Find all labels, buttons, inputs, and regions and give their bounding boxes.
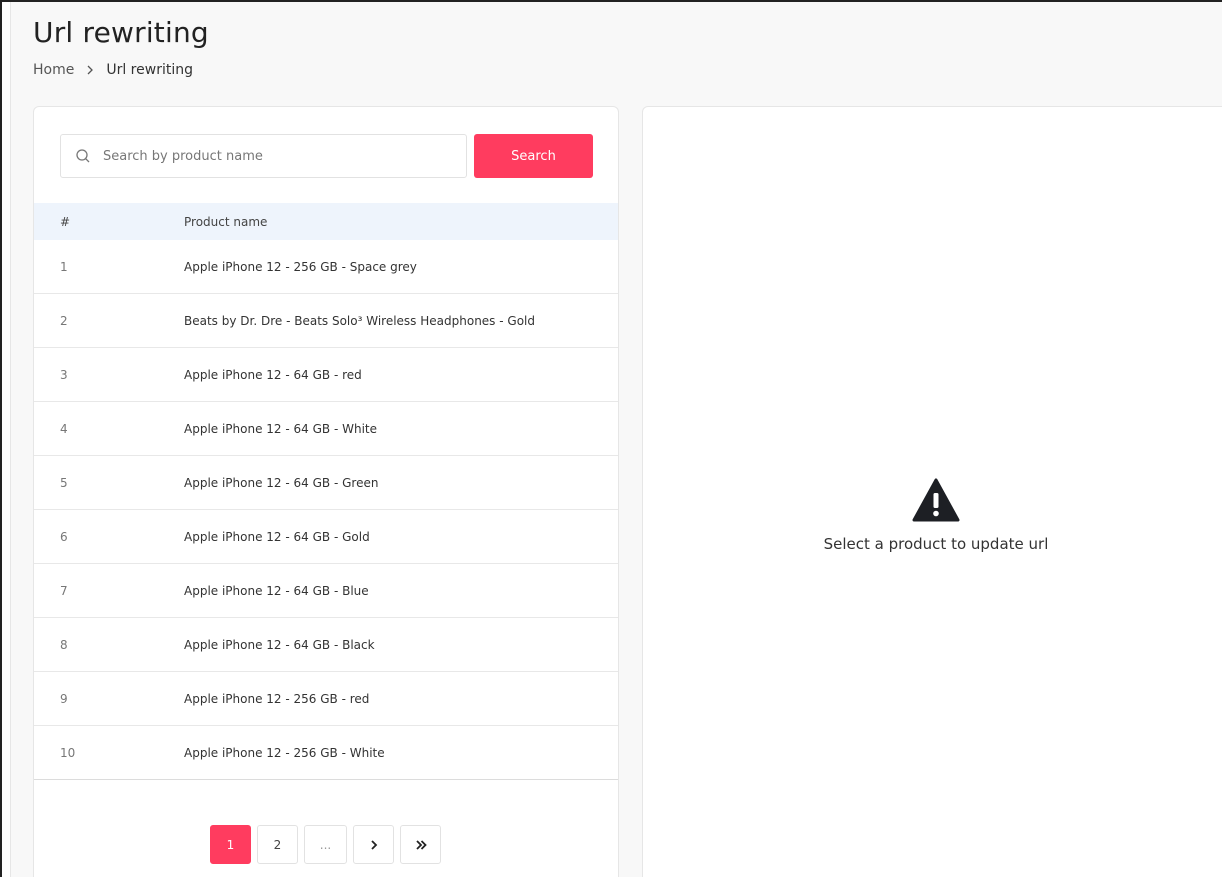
table-header: # Product name	[34, 203, 618, 240]
table-row[interactable]: 10 Apple iPhone 12 - 256 GB - White	[34, 726, 618, 780]
breadcrumb-home[interactable]: Home	[33, 62, 74, 78]
page-1-button[interactable]: 1	[210, 825, 251, 864]
row-num: 8	[60, 637, 68, 652]
breadcrumb-current: Url rewriting	[106, 62, 193, 78]
row-product-name[interactable]: Beats by Dr. Dre - Beats Solo³ Wireless …	[184, 314, 618, 328]
row-num: 9	[60, 691, 68, 706]
app-frame: Url rewriting Home Url rewriting Search …	[0, 0, 1222, 877]
table-row[interactable]: 9 Apple iPhone 12 - 256 GB - red	[34, 672, 618, 726]
table-row[interactable]: 3 Apple iPhone 12 - 64 GB - red	[34, 348, 618, 402]
row-product-name[interactable]: Apple iPhone 12 - 64 GB - Blue	[184, 584, 618, 598]
chevron-right-icon	[370, 839, 377, 850]
table-row[interactable]: 2 Beats by Dr. Dre - Beats Solo³ Wireles…	[34, 294, 618, 348]
row-product-name[interactable]: Apple iPhone 12 - 64 GB - White	[184, 422, 618, 436]
row-num: 2	[60, 313, 68, 328]
search-icon	[76, 149, 90, 163]
url-editor-card: Select a product to update url	[642, 106, 1222, 877]
search-input[interactable]	[103, 148, 443, 164]
warning-icon	[912, 478, 960, 522]
header-product-name: Product name	[184, 214, 268, 229]
row-num: 4	[60, 421, 68, 436]
product-table: # Product name 1 Apple iPhone 12 - 256 G…	[34, 203, 618, 780]
empty-state: Select a product to update url	[643, 477, 1222, 553]
row-num: 3	[60, 367, 68, 382]
row-product-name[interactable]: Apple iPhone 12 - 256 GB - White	[184, 746, 618, 760]
page-2-button[interactable]: 2	[257, 825, 298, 864]
row-num: 6	[60, 529, 68, 544]
pagination-ellipsis: ...	[304, 825, 347, 864]
row-product-name[interactable]: Apple iPhone 12 - 64 GB - red	[184, 368, 618, 382]
table-row[interactable]: 4 Apple iPhone 12 - 64 GB - White	[34, 402, 618, 456]
pagination: 1 2 ...	[210, 825, 441, 864]
row-num: 5	[60, 475, 68, 490]
double-chevron-right-icon	[415, 839, 427, 850]
table-row[interactable]: 6 Apple iPhone 12 - 64 GB - Gold	[34, 510, 618, 564]
header-num: #	[60, 214, 71, 229]
row-product-name[interactable]: Apple iPhone 12 - 256 GB - Space grey	[184, 260, 618, 274]
row-num: 1	[60, 259, 68, 274]
table-row[interactable]: 7 Apple iPhone 12 - 64 GB - Blue	[34, 564, 618, 618]
table-row[interactable]: 1 Apple iPhone 12 - 256 GB - Space grey	[34, 240, 618, 294]
row-product-name[interactable]: Apple iPhone 12 - 64 GB - Green	[184, 476, 618, 490]
empty-state-message: Select a product to update url	[823, 535, 1049, 553]
product-list-card: Search # Product name 1 Apple iPhone 12 …	[33, 106, 619, 877]
next-page-button[interactable]	[353, 825, 394, 864]
search-box[interactable]	[60, 134, 467, 178]
row-num: 7	[60, 583, 68, 598]
search-button[interactable]: Search	[474, 134, 593, 178]
row-product-name[interactable]: Apple iPhone 12 - 64 GB - Gold	[184, 530, 618, 544]
table-row[interactable]: 5 Apple iPhone 12 - 64 GB - Green	[34, 456, 618, 510]
row-product-name[interactable]: Apple iPhone 12 - 64 GB - Black	[184, 638, 618, 652]
chevron-right-icon	[87, 65, 94, 75]
table-row[interactable]: 8 Apple iPhone 12 - 64 GB - Black	[34, 618, 618, 672]
breadcrumb: Home Url rewriting	[33, 62, 193, 78]
last-page-button[interactable]	[400, 825, 441, 864]
row-product-name[interactable]: Apple iPhone 12 - 256 GB - red	[184, 692, 618, 706]
row-num: 10	[60, 745, 76, 760]
page-title: Url rewriting	[33, 16, 209, 49]
